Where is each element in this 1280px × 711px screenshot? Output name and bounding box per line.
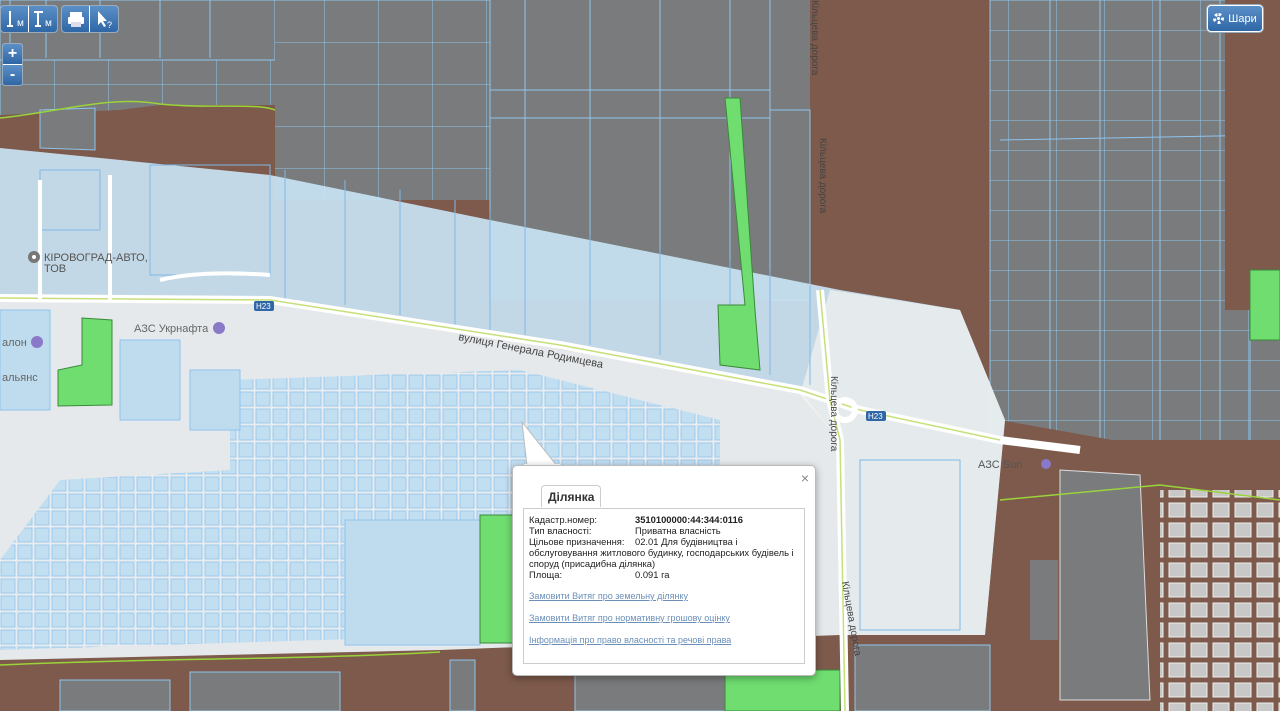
parcel-info-popup: × Ділянка Кадастр.номер: 3510100000:44:3…	[512, 465, 816, 676]
field-value: 3510100000:44:344:0116	[635, 514, 743, 525]
gear-icon	[1213, 13, 1225, 24]
zoom-control: + -	[2, 43, 23, 86]
close-icon[interactable]: ×	[801, 470, 809, 486]
poi-marker-azs-sun[interactable]	[1041, 459, 1051, 469]
tools-group: ?	[61, 5, 119, 33]
label-road-kiltseva-1: Кільцева дорога	[809, 0, 820, 76]
print-button[interactable]	[62, 6, 90, 32]
ruler-line-icon	[7, 11, 13, 27]
label-kirovohrad-2: ТОВ	[44, 263, 66, 275]
layers-button[interactable]: Шари	[1207, 5, 1263, 32]
field-value: Приватна власність	[635, 525, 721, 536]
printer-icon	[68, 12, 84, 27]
field-value: 02.01 Для будівництва і обслуговування ж…	[529, 536, 794, 569]
label-azs-sun: АЗС Sun	[978, 459, 1022, 471]
order-valuation-extract-link[interactable]: Замовити Витяг про нормативну грошову оц…	[529, 613, 730, 623]
map-toolbar: м м ?	[0, 5, 122, 33]
label-azs-ukrnafta: АЗС Укрнафта	[134, 323, 209, 335]
label-road-kiltseva-2: Кільцева дорога	[817, 138, 828, 214]
measure-length-unit: м	[17, 18, 24, 29]
label-salon: алон	[2, 337, 27, 349]
field-value: 0.091 га	[635, 569, 670, 580]
tab-parcel[interactable]: Ділянка	[541, 485, 602, 507]
field-area: Площа: 0.091 га	[529, 569, 804, 580]
label-alyans: альянс	[2, 372, 38, 384]
field-label: Кадастр.номер:	[529, 514, 598, 525]
layers-button-label: Шари	[1228, 12, 1257, 25]
order-parcel-extract-link[interactable]: Замовити Витяг про земельну ділянку	[529, 591, 688, 601]
identify-button[interactable]: ?	[90, 6, 118, 32]
cursor-question-icon: ?	[98, 11, 112, 30]
field-label: Тип власності:	[529, 525, 592, 536]
label-h23-a: H23	[256, 302, 271, 311]
measure-area-button[interactable]: м	[29, 6, 57, 32]
label-road-kiltseva-3: Кільцева дорога	[828, 376, 839, 452]
field-label: Площа:	[529, 569, 563, 580]
field-purpose: Цільове призначення: 02.01 Для будівницт…	[529, 536, 804, 569]
zoom-in-button[interactable]: +	[3, 44, 22, 64]
zoom-out-button[interactable]: -	[3, 64, 22, 85]
measure-area-unit: м	[45, 18, 52, 29]
parcel-fields: Кадастр.номер: 3510100000:44:344:0116 Ти…	[529, 514, 804, 580]
svg-text:?: ?	[107, 20, 112, 30]
ownership-info-link[interactable]: Інформація про право власності та речові…	[529, 635, 731, 645]
field-ownership-type: Тип власності: Приватна власність	[529, 525, 804, 536]
parcel-info-panel: Кадастр.номер: 3510100000:44:344:0116 Ти…	[523, 508, 805, 664]
poi-marker-salon[interactable]	[31, 336, 43, 348]
measure-length-button[interactable]: м	[1, 6, 29, 32]
poi-marker-azs-ukrnafta[interactable]	[213, 322, 225, 334]
ruler-area-icon	[34, 11, 43, 27]
measure-group: м м	[0, 5, 58, 33]
label-h23-b: H23	[868, 412, 883, 421]
field-cadastral-number: Кадастр.номер: 3510100000:44:344:0116	[529, 514, 804, 525]
